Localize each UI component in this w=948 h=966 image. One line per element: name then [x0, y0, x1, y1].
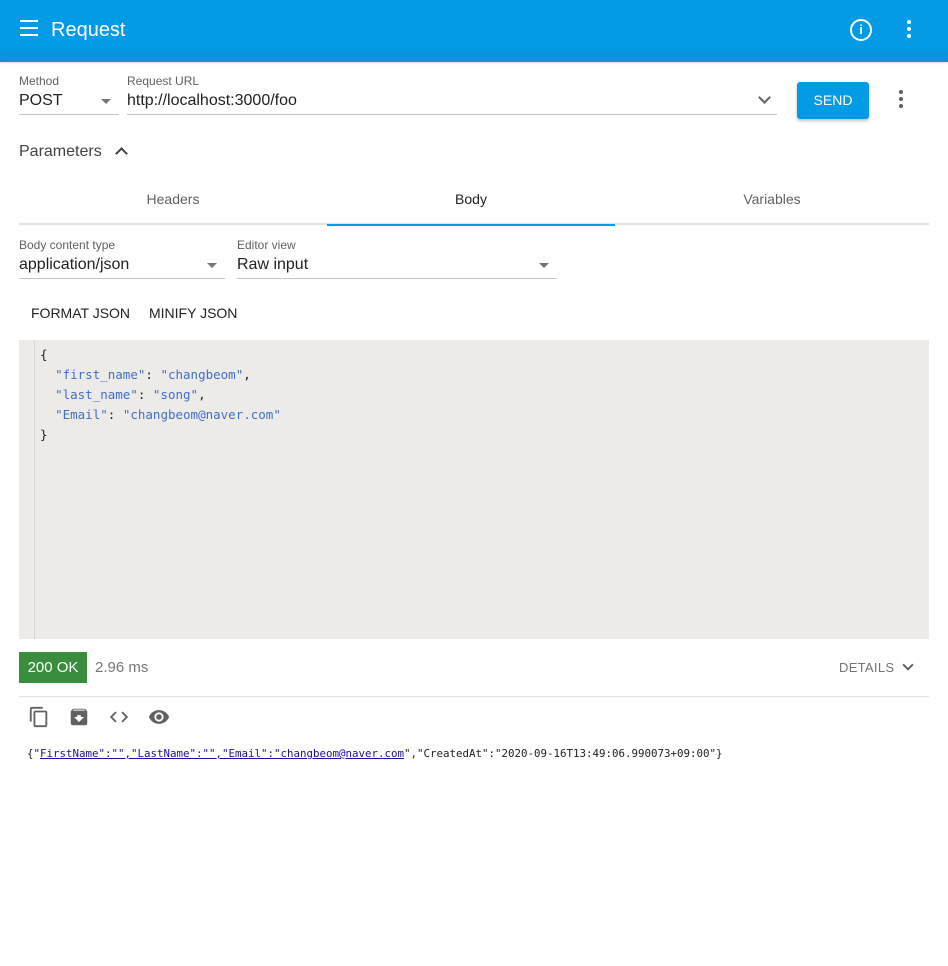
dropdown-arrow-icon [101, 99, 111, 104]
app-bar: Request i [0, 0, 948, 62]
tab-headers[interactable]: Headers [19, 178, 327, 225]
content-type-value: application/json [19, 256, 130, 273]
parameters-toggle[interactable]: Parameters [19, 143, 102, 161]
chevron-down-icon [902, 659, 914, 671]
minify-json-button[interactable]: MINIFY JSON [149, 305, 237, 321]
response-prefix: {" [27, 747, 41, 760]
content-type-select[interactable]: application/json [19, 253, 225, 279]
save-icon[interactable] [68, 706, 90, 728]
url-history-chevron-icon[interactable] [758, 91, 771, 104]
info-icon[interactable]: i [850, 19, 872, 41]
more-vert-icon[interactable] [903, 20, 915, 40]
menu-icon[interactable] [20, 20, 42, 40]
url-label: Request URL [127, 74, 200, 88]
json-open-brace: { [40, 347, 48, 362]
chevron-up-icon[interactable] [115, 147, 128, 160]
json-key: "first_name" [55, 367, 146, 382]
format-json-button[interactable]: FORMAT JSON [31, 305, 130, 321]
details-toggle[interactable]: DETAILS [839, 659, 914, 675]
json-value: "song" [152, 387, 199, 402]
request-more-icon[interactable] [896, 90, 906, 110]
code-icon[interactable] [108, 706, 130, 728]
send-button[interactable]: SEND [797, 82, 869, 119]
app-title: Request [51, 19, 126, 41]
method-value: POST [19, 92, 63, 109]
dropdown-arrow-icon [539, 263, 549, 268]
response-body: {"FirstName":"","LastName":"","Email":"c… [27, 747, 723, 760]
json-value: "changbeom@naver.com" [122, 407, 281, 422]
dropdown-arrow-icon [207, 263, 217, 268]
tab-variables[interactable]: Variables [615, 178, 929, 225]
json-close-brace: } [40, 427, 48, 442]
response-time: 2.96 ms [95, 659, 149, 676]
editor-code[interactable]: { "first_name": "changbeom", "last_name"… [40, 345, 281, 445]
response-suffix: ","CreatedAt":"2020-09-16T13:49:06.99007… [404, 747, 723, 760]
json-value: "changbeom" [160, 367, 244, 382]
body-editor[interactable]: { "first_name": "changbeom", "last_name"… [19, 340, 929, 639]
parameters-tabs: Headers Body Variables [19, 178, 929, 226]
url-input[interactable]: http://localhost:3000/foo [127, 89, 777, 115]
editor-view-label: Editor view [237, 238, 296, 252]
tab-body[interactable]: Body [327, 178, 615, 226]
divider [19, 696, 929, 697]
status-badge: 200 OK [19, 652, 87, 683]
body-content-type-label: Body content type [19, 238, 116, 252]
copy-icon[interactable] [28, 706, 50, 728]
json-key: "last_name" [55, 387, 138, 402]
details-label: DETAILS [839, 660, 895, 675]
method-select[interactable]: POST [19, 89, 119, 115]
json-key: "Email" [55, 407, 108, 422]
editor-view-select[interactable]: Raw input [237, 253, 557, 279]
response-link[interactable]: FirstName":"","LastName":"","Email":"cha… [40, 747, 404, 760]
json-comma: , [198, 387, 206, 402]
method-label: Method [19, 74, 60, 88]
preview-icon[interactable] [148, 706, 170, 728]
editor-view-value: Raw input [237, 256, 309, 273]
editor-gutter [19, 340, 35, 639]
url-value: http://localhost:3000/foo [127, 92, 297, 109]
json-comma: , [243, 367, 251, 382]
